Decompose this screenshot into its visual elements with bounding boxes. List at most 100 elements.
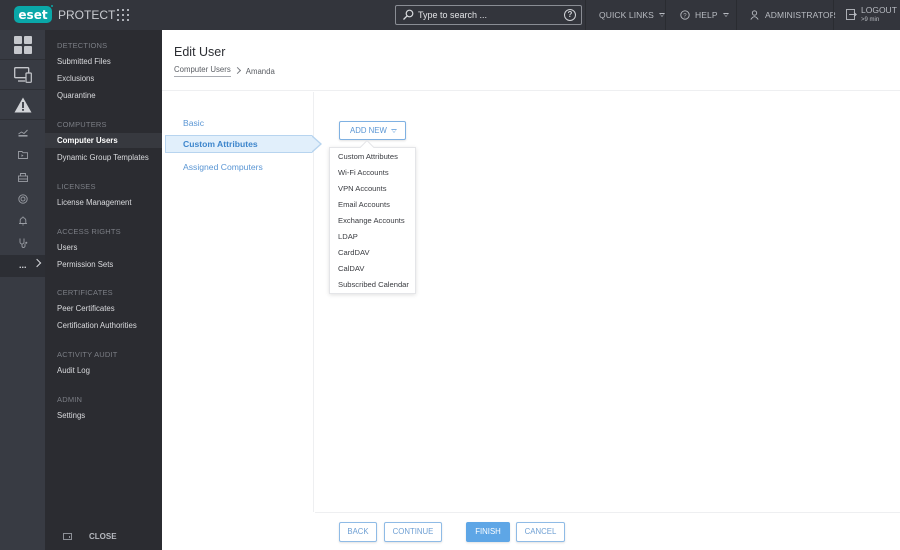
help-menu[interactable]: ? HELP <box>680 0 729 30</box>
add-new-label: ADD NEW <box>350 126 387 135</box>
policies-gear-icon <box>17 194 28 204</box>
logout-label: LOGOUT <box>861 5 897 15</box>
session-timer: >9 min <box>861 17 880 23</box>
main-content: Edit User Computer Users Amanda Basic Cu… <box>162 30 900 550</box>
sidebar-item-dynamic-group-templates[interactable]: Dynamic Group Templates <box>45 150 162 165</box>
section-heading-admin: ADMIN <box>57 395 83 404</box>
sidebar-item-submitted-files[interactable]: Submitted Files <box>45 54 162 69</box>
icon-rail: ... <box>0 30 45 550</box>
menu-item-ldap[interactable]: LDAP <box>338 232 358 241</box>
section-heading-computers: COMPUTERS <box>57 120 107 129</box>
menu-item-carddav[interactable]: CardDAV <box>338 248 370 257</box>
sidebar-item-users[interactable]: Users <box>45 240 162 255</box>
menu-item-custom-attributes[interactable]: Custom Attributes <box>338 152 398 161</box>
help-circle-icon: ? <box>680 10 690 20</box>
quick-links-label: QUICK LINKS <box>599 10 654 20</box>
sidebar-item-peer-certificates[interactable]: Peer Certificates <box>45 301 162 316</box>
sidebar-item-settings[interactable]: Settings <box>45 408 162 423</box>
installer-icon <box>17 172 28 182</box>
menu-item-caldav[interactable]: CalDAV <box>338 264 364 273</box>
top-bar: eset PROTECT Type to search ... ? QUICK … <box>0 0 900 30</box>
help-label: HELP <box>695 10 718 20</box>
page-title: Edit User <box>174 45 226 59</box>
logo-registered-mark <box>51 5 53 7</box>
sidebar-item-certification-authorities[interactable]: Certification Authorities <box>45 318 162 333</box>
menu-item-subscribed-calendar[interactable]: Subscribed Calendar <box>338 280 409 289</box>
dashboard-icon <box>13 35 32 54</box>
chevron-down-icon <box>391 129 397 133</box>
sidebar-item-computer-users[interactable]: Computer Users <box>45 133 162 148</box>
menu-item-vpn-accounts[interactable]: VPN Accounts <box>338 184 387 193</box>
collapse-panel-icon <box>63 533 72 540</box>
cancel-button[interactable]: CANCEL <box>516 522 565 542</box>
rail-status-overview[interactable] <box>0 232 45 254</box>
section-heading-access-rights: ACCESS RIGHTS <box>57 227 121 236</box>
step-custom-attributes-label: Custom Attributes <box>183 139 258 149</box>
rail-policies[interactable] <box>0 188 45 210</box>
sidebar-item-audit-log[interactable]: Audit Log <box>45 363 162 378</box>
chevron-right-icon <box>32 258 42 268</box>
rail-reports[interactable] <box>0 122 45 144</box>
rail-more-button[interactable]: ... <box>0 255 45 277</box>
sidebar-item-permission-sets[interactable]: Permission Sets <box>45 257 162 272</box>
apps-grid-icon[interactable] <box>117 9 129 21</box>
divider <box>833 0 834 30</box>
logo-text: eset <box>18 7 48 22</box>
wizard-footer: BACK CONTINUE FINISH CANCEL <box>315 512 900 550</box>
section-heading-certificates: CERTIFICATES <box>57 288 113 297</box>
breadcrumb: Computer Users Amanda <box>174 65 275 77</box>
sidebar-menu: DETECTIONS Submitted Files Exclusions Qu… <box>45 30 162 550</box>
warning-icon <box>14 97 31 112</box>
finish-button[interactable]: FINISH <box>466 522 510 542</box>
user-icon <box>750 10 759 20</box>
notifications-bell-icon <box>18 216 27 226</box>
sidebar-item-license-management[interactable]: License Management <box>45 195 162 210</box>
divider <box>665 0 666 30</box>
active-step-arrow <box>311 135 322 153</box>
menu-item-wifi-accounts[interactable]: Wi-Fi Accounts <box>338 168 389 177</box>
step-assigned-computers[interactable]: Assigned Computers <box>183 162 263 172</box>
back-button[interactable]: BACK <box>339 522 377 542</box>
close-sidebar-button[interactable]: CLOSE <box>45 528 162 548</box>
breadcrumb-computer-users[interactable]: Computer Users <box>174 65 231 77</box>
continue-button[interactable]: CONTINUE <box>384 522 442 542</box>
divider <box>736 0 737 30</box>
section-heading-licenses: LICENSES <box>57 182 96 191</box>
rail-tasks[interactable] <box>0 144 45 166</box>
user-label: ADMINISTRATOR <box>765 10 836 20</box>
rail-detections[interactable] <box>0 90 45 120</box>
section-heading-detections: DETECTIONS <box>57 41 108 50</box>
wizard-steps: Basic Custom Attributes Assigned Compute… <box>162 92 322 512</box>
breadcrumb-current: Amanda <box>245 66 275 76</box>
product-name: PROTECT <box>58 8 116 22</box>
quick-links-menu[interactable]: QUICK LINKS <box>599 0 665 30</box>
sidebar-item-exclusions[interactable]: Exclusions <box>45 71 162 86</box>
rail-dashboard[interactable] <box>0 30 45 60</box>
status-overview-icon <box>19 238 27 248</box>
svg-text:?: ? <box>683 13 687 19</box>
sidebar-item-quarantine[interactable]: Quarantine <box>45 88 162 103</box>
eset-logo[interactable]: eset <box>14 6 52 23</box>
rail-installers[interactable] <box>0 166 45 188</box>
rail-computers[interactable] <box>0 60 45 90</box>
close-label: CLOSE <box>89 532 117 541</box>
add-new-dropdown-button[interactable]: ADD NEW <box>339 121 406 140</box>
menu-item-email-accounts[interactable]: Email Accounts <box>338 200 390 209</box>
search-icon <box>403 9 414 20</box>
reports-icon <box>17 129 28 137</box>
search-placeholder: Type to search ... <box>418 10 488 20</box>
page-header: Edit User Computer Users Amanda <box>162 30 900 91</box>
step-custom-attributes[interactable]: Custom Attributes <box>165 135 322 153</box>
rail-notifications[interactable] <box>0 210 45 232</box>
chevron-down-icon <box>722 13 729 17</box>
logout-icon <box>846 9 857 20</box>
folder-icon <box>17 151 28 159</box>
computers-icon <box>13 66 32 83</box>
search-help-icon[interactable]: ? <box>564 9 576 21</box>
menu-item-exchange-accounts[interactable]: Exchange Accounts <box>338 216 405 225</box>
search-input[interactable]: Type to search ... ? <box>395 5 582 25</box>
user-menu[interactable]: ADMINISTRATOR <box>750 0 836 30</box>
step-basic[interactable]: Basic <box>183 118 204 128</box>
section-heading-activity-audit: ACTIVITY AUDIT <box>57 350 118 359</box>
divider <box>585 0 586 30</box>
